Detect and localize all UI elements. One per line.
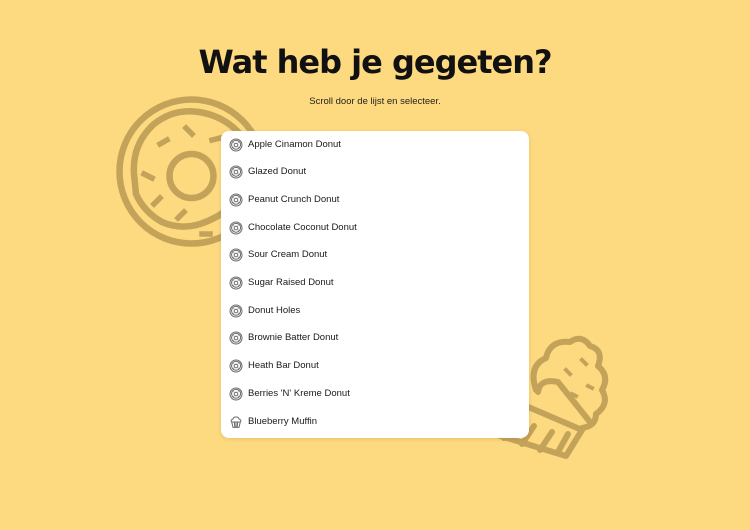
donut-icon	[229, 193, 243, 207]
list-item-label: Sour Cream Donut	[248, 249, 328, 261]
list-item-label: Heath Bar Donut	[248, 360, 319, 372]
list-item-label: Glazed Donut	[248, 166, 307, 178]
list-item[interactable]: Heath Bar Donut	[221, 352, 529, 380]
page-title: Wat heb je gegeten?	[198, 43, 552, 81]
muffin-icon	[229, 415, 243, 429]
list-item[interactable]: Donut Holes	[221, 297, 529, 325]
list-item[interactable]: Chocolate Coconut Donut	[221, 214, 529, 242]
page-subtitle: Scroll door de lijst en selecteer.	[309, 96, 441, 107]
list-item-label: Peanut Crunch Donut	[248, 194, 340, 206]
list-item[interactable]: Glazed Donut	[221, 159, 529, 187]
food-list[interactable]: Apple Cinamon Donut Glazed Donut Peanut …	[221, 131, 529, 435]
list-item-label: Berries 'N' Kreme Donut	[248, 387, 350, 399]
donut-icon	[229, 304, 243, 318]
list-item-label: Sugar Raised Donut	[248, 277, 334, 289]
list-item-label: Chocolate Coconut Donut	[248, 221, 357, 233]
list-item[interactable]: Sugar Raised Donut	[221, 269, 529, 297]
list-item-label: Apple Cinamon Donut	[248, 138, 341, 150]
donut-icon	[229, 359, 243, 373]
donut-icon	[229, 276, 243, 290]
donut-icon	[229, 165, 243, 179]
list-item[interactable]: Brownie Batter Donut	[221, 325, 529, 353]
donut-icon	[229, 248, 243, 262]
list-item[interactable]: Peanut Crunch Donut	[221, 186, 529, 214]
list-item[interactable]: Apple Cinamon Donut	[221, 131, 529, 159]
donut-icon	[229, 221, 243, 235]
list-item-label: Donut Holes	[248, 304, 301, 316]
list-item[interactable]: Sour Cream Donut	[221, 242, 529, 270]
donut-icon	[229, 138, 243, 152]
donut-icon	[229, 331, 243, 345]
list-item[interactable]: Blueberry Muffin	[221, 408, 529, 436]
list-item[interactable]: Berries 'N' Kreme Donut	[221, 380, 529, 408]
list-item-label: Blueberry Muffin	[248, 415, 317, 427]
donut-icon	[229, 387, 243, 401]
list-item-label: Brownie Batter Donut	[248, 332, 339, 344]
food-list-panel[interactable]: Apple Cinamon Donut Glazed Donut Peanut …	[221, 131, 529, 438]
